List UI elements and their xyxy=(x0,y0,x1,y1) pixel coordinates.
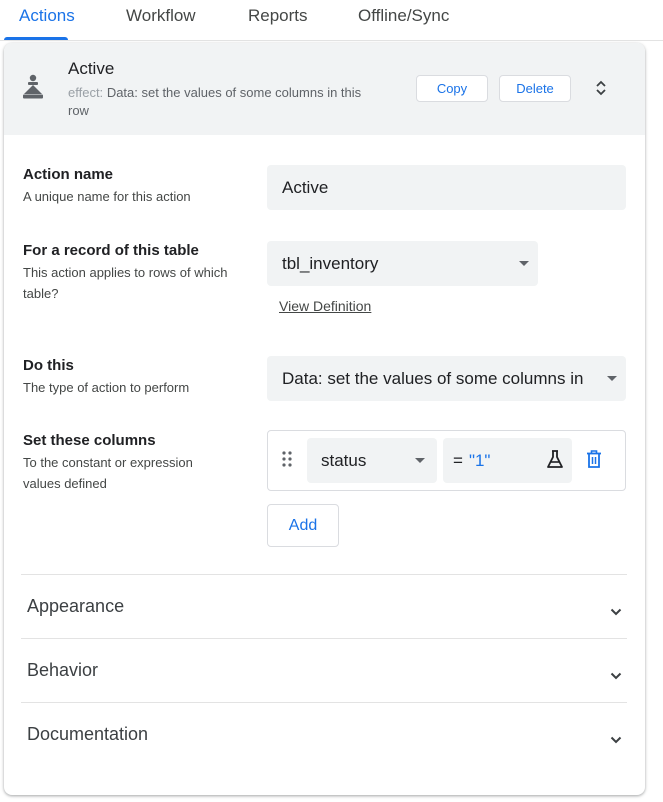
set-columns-title: Set these columns xyxy=(23,432,156,449)
delete-button[interactable]: Delete xyxy=(499,75,571,102)
effect-label: effect: xyxy=(68,85,104,100)
chevron-down-icon xyxy=(519,261,529,266)
tab-workflow[interactable]: Workflow xyxy=(126,6,196,26)
section-documentation[interactable]: Documentation xyxy=(21,703,627,766)
view-definition-link[interactable]: View Definition xyxy=(279,298,371,314)
effect-text: Data: set the values of some columns in … xyxy=(68,85,362,118)
action-name-label: Action name A unique name for this actio… xyxy=(23,166,191,207)
do-this-select[interactable]: Data: set the values of some columns in … xyxy=(267,356,626,401)
chevron-down-icon xyxy=(415,458,425,463)
delete-icon[interactable] xyxy=(586,450,602,468)
table-label: For a record of this table This action a… xyxy=(23,242,238,304)
do-this-title: Do this xyxy=(23,357,74,374)
set-columns-row: status = "1" xyxy=(267,430,626,491)
chevron-down-icon xyxy=(610,667,622,680)
table-title: For a record of this table xyxy=(23,242,199,259)
set-columns-description: To the constant or expression values def… xyxy=(23,455,193,491)
action-title: Active xyxy=(68,59,115,78)
active-tab-indicator xyxy=(4,37,68,40)
add-column-button[interactable]: Add xyxy=(267,504,339,547)
do-this-select-value: Data: set the values of some columns in … xyxy=(282,368,586,388)
table-description: This action applies to rows of which tab… xyxy=(23,265,228,301)
table-select-value: tbl_inventory xyxy=(282,253,379,273)
tab-bar: Actions Workflow Reports Offline/Sync xyxy=(0,0,663,41)
action-name-description: A unique name for this action xyxy=(23,189,191,204)
action-name-input[interactable]: Active xyxy=(267,165,626,210)
column-select-value: status xyxy=(321,450,367,470)
flask-icon[interactable] xyxy=(546,449,564,469)
section-appearance-label: Appearance xyxy=(27,596,125,616)
drag-handle-icon[interactable] xyxy=(282,451,292,467)
table-select[interactable]: tbl_inventory xyxy=(267,241,538,286)
action-card-header[interactable]: Active effect: Data: set the values of s… xyxy=(4,43,645,135)
tab-reports[interactable]: Reports xyxy=(248,6,308,26)
action-card: Active effect: Data: set the values of s… xyxy=(4,43,645,795)
action-effect: effect: Data: set the values of some col… xyxy=(68,84,378,120)
chevron-down-icon xyxy=(610,731,622,744)
copy-button[interactable]: Copy xyxy=(416,75,488,102)
chevron-down-icon xyxy=(607,376,617,381)
expression-value: "1" xyxy=(468,450,491,470)
section-behavior[interactable]: Behavior xyxy=(21,639,627,702)
section-documentation-label: Documentation xyxy=(27,724,149,744)
chevron-down-icon xyxy=(610,603,622,616)
section-behavior-label: Behavior xyxy=(27,660,99,680)
do-this-description: The type of action to perform xyxy=(23,380,190,395)
tab-offline-sync[interactable]: Offline/Sync xyxy=(358,6,449,26)
action-person-icon xyxy=(21,73,45,101)
set-columns-label: Set these columns To the constant or exp… xyxy=(23,432,233,494)
expression-operator: = xyxy=(453,450,463,470)
unfold-icon[interactable] xyxy=(594,78,608,98)
section-appearance[interactable]: Appearance xyxy=(21,575,627,638)
do-this-label: Do this The type of action to perform xyxy=(23,357,189,398)
action-name-title: Action name xyxy=(23,166,114,183)
column-select[interactable]: status xyxy=(307,438,437,483)
tab-actions[interactable]: Actions xyxy=(19,6,75,26)
